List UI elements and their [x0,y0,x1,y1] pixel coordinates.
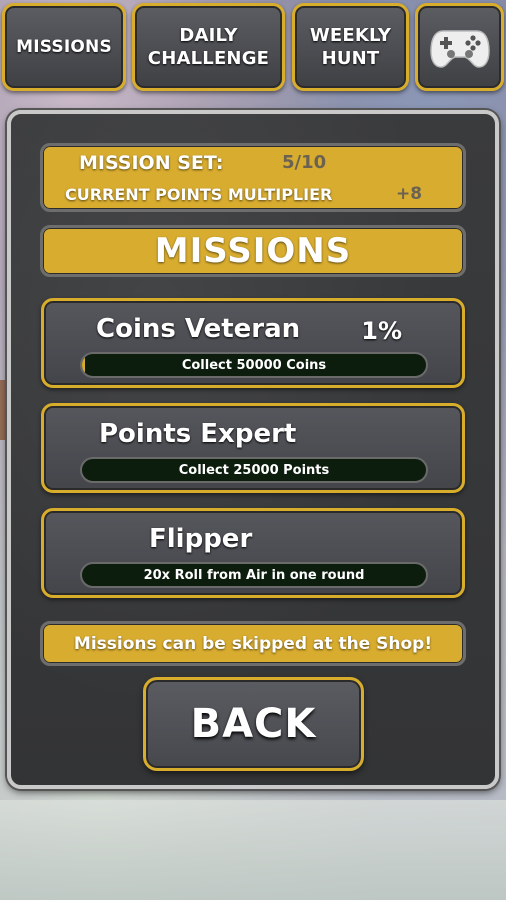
mission-title: Flipper [149,524,253,554]
mission-description: 20x Roll from Air in one round [143,567,365,583]
mission-progress-bar: Collect 25000 Points [80,457,428,483]
back-button[interactable]: BACK [143,677,364,771]
gamepad-icon [429,30,490,68]
tab-missions-label: MISSIONS [16,36,112,57]
tab-daily-challenge[interactable]: DAILY CHALLENGE [132,3,285,91]
tab-daily-label-line1: DAILY [179,25,238,46]
mission-set-label: MISSION SET: [79,152,224,174]
tab-weekly-label-line2: HUNT [321,48,380,69]
tab-weekly-label-line1: WEEKLY [309,25,392,46]
mission-card-2: Points Expert Collect 25000 Points [41,403,465,493]
back-button-label: BACK [190,701,317,747]
mission-progress-bar: Collect 50000 Coins [80,352,428,378]
mission-card-1: Coins Veteran 1% Collect 50000 Coins [41,298,465,388]
mission-title: Points Expert [99,419,297,449]
tab-weekly-hunt[interactable]: WEEKLY HUNT [292,3,409,91]
shop-notice-text: Missions can be skipped at the Shop! [73,633,433,654]
multiplier-label: CURRENT POINTS MULTIPLIER [65,185,333,204]
shop-notice-bar: Missions can be skipped at the Shop! [40,621,466,666]
tab-daily-label-line2: CHALLENGE [147,48,270,69]
mission-set-value: 5/10 [282,152,327,173]
mission-set-header: MISSION SET: 5/10 CURRENT POINTS MULTIPL… [40,143,466,212]
section-title-bar: MISSIONS [40,225,466,277]
mission-card-3: Flipper 20x Roll from Air in one round [41,508,465,598]
game-controller-button[interactable] [415,3,504,91]
section-title: MISSIONS [154,231,352,271]
mission-progress-bar: 20x Roll from Air in one round [80,562,428,588]
tab-missions[interactable]: MISSIONS [2,3,126,91]
mission-title: Coins Veteran [96,314,301,344]
mission-progress-percent: 1% [361,317,402,345]
multiplier-value: +8 [396,184,423,204]
mission-description: Collect 25000 Points [178,462,330,478]
mission-description: Collect 50000 Coins [181,357,327,373]
